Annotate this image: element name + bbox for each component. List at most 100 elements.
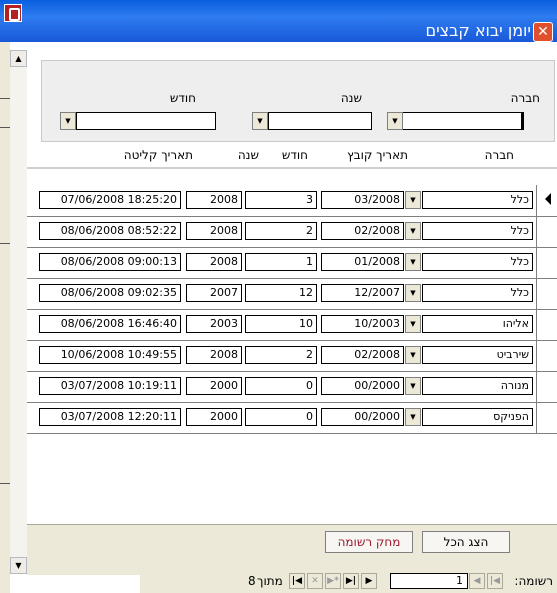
month-cell[interactable]: 3 [245, 191, 317, 209]
company-dropdown-icon[interactable]: ▼ [405, 191, 421, 209]
current-record-input[interactable]: 1 [390, 573, 468, 589]
year-cell[interactable]: 2000 [186, 408, 242, 426]
new-record-icon[interactable]: ▶* [325, 573, 341, 589]
show-all-button[interactable]: הצג הכל [422, 531, 510, 553]
file-date-cell[interactable]: 10/2003 [321, 315, 404, 333]
company-cell[interactable]: שירביט [422, 346, 533, 364]
company-cell[interactable]: אליהו [422, 315, 533, 333]
close-icon[interactable]: ✕ [533, 22, 553, 42]
scroll-up-arrow-icon[interactable]: ▲ [10, 50, 27, 67]
app-window: ✕ יומן יבוא קבצים ▲ ▼ חברה שנה חודש ▼ ▼ … [0, 0, 557, 593]
company-dropdown-icon[interactable]: ▼ [405, 346, 421, 364]
table-row[interactable]: 03/07/2008 12:20:11 2000 0 00/2000 ▼ הפניקס [27, 402, 557, 434]
row-selector[interactable] [536, 185, 557, 216]
company-cell[interactable]: כלל [422, 191, 533, 209]
first-record-alt-icon[interactable]: |◀ [289, 573, 305, 589]
divider [0, 98, 10, 99]
company-cell[interactable]: מנורה [422, 377, 533, 395]
year-cell[interactable]: 2008 [186, 222, 242, 240]
year-cell[interactable]: 2007 [186, 284, 242, 302]
row-selector[interactable] [536, 216, 557, 247]
table-row[interactable]: 10/06/2008 10:49:55 2008 2 02/2008 ▼ שירביט [27, 340, 557, 372]
year-cell[interactable]: 2003 [186, 315, 242, 333]
last-record-icon[interactable]: ▶| [343, 573, 359, 589]
row-selector[interactable] [536, 278, 557, 309]
month-cell[interactable]: 0 [245, 377, 317, 395]
receipt-date-cell[interactable]: 07/06/2008 18:25:20 [39, 191, 181, 209]
row-selector[interactable] [536, 309, 557, 340]
divider [0, 243, 10, 244]
month-cell[interactable]: 1 [245, 253, 317, 271]
column-header-receipt-date: תאריך קליטה [123, 148, 193, 162]
row-selector[interactable] [536, 340, 557, 371]
company-dropdown-icon[interactable]: ▼ [387, 112, 403, 130]
month-cell[interactable]: 2 [245, 346, 317, 364]
year-cell[interactable]: 2008 [186, 346, 242, 364]
month-filter-input[interactable] [76, 112, 216, 130]
company-dropdown-icon[interactable]: ▼ [405, 284, 421, 302]
vertical-scrollbar[interactable]: ▲ ▼ [10, 50, 27, 574]
year-filter-input[interactable] [268, 112, 372, 130]
column-header-file-date: תאריך קובץ [347, 148, 408, 162]
receipt-date-cell[interactable]: 10/06/2008 10:49:55 [39, 346, 181, 364]
first-record-icon[interactable]: |◀ [487, 573, 503, 589]
table-row[interactable]: 08/06/2008 08:52:22 2008 2 02/2008 ▼ כלל [27, 216, 557, 248]
receipt-date-cell[interactable]: 03/07/2008 12:20:11 [39, 408, 181, 426]
column-header-company: חברה [484, 148, 514, 162]
company-dropdown-icon[interactable]: ▼ [405, 253, 421, 271]
form-footer: הצג הכל מחק רשומה [27, 524, 557, 575]
table-row[interactable]: 08/06/2008 16:46:40 2003 10 10/2003 ▼ אליהו [27, 309, 557, 341]
previous-record-icon[interactable]: ◀ [469, 573, 485, 589]
form-content: חברה שנה חודש ▼ ▼ ▼ חברה תאריך קובץ חודש… [27, 50, 557, 575]
year-dropdown-icon[interactable]: ▼ [252, 112, 268, 130]
company-dropdown-icon[interactable]: ▼ [405, 222, 421, 240]
delete-record-button[interactable]: מחק רשומה [325, 531, 413, 553]
divider [0, 483, 10, 484]
company-cell[interactable]: כלל [422, 222, 533, 240]
month-cell[interactable]: 10 [245, 315, 317, 333]
filter-panel: חברה שנה חודש ▼ ▼ ▼ [41, 60, 555, 142]
row-selector[interactable] [536, 371, 557, 402]
table-row[interactable]: 07/06/2008 18:25:20 2008 3 03/2008 ▼ כלל [27, 185, 557, 217]
receipt-date-cell[interactable]: 03/07/2008 10:19:11 [39, 377, 181, 395]
file-date-cell[interactable]: 02/2008 [321, 346, 404, 364]
receipt-date-cell[interactable]: 08/06/2008 09:02:35 [39, 284, 181, 302]
month-dropdown-icon[interactable]: ▼ [60, 112, 76, 130]
company-dropdown-icon[interactable]: ▼ [405, 377, 421, 395]
company-cell[interactable]: כלל [422, 253, 533, 271]
year-cell[interactable]: 2008 [186, 191, 242, 209]
company-cell[interactable]: כלל [422, 284, 533, 302]
row-selector[interactable] [536, 247, 557, 278]
window-title: יומן יבוא קבצים [425, 21, 531, 40]
file-date-cell[interactable]: 02/2008 [321, 222, 404, 240]
record-label: רשומה: [514, 574, 553, 588]
table-row[interactable]: 03/07/2008 10:19:11 2000 0 00/2000 ▼ מנורה [27, 371, 557, 403]
receipt-date-cell[interactable]: 08/06/2008 08:52:22 [39, 222, 181, 240]
company-cell[interactable]: הפניקס [422, 408, 533, 426]
month-cell[interactable]: 0 [245, 408, 317, 426]
table-row[interactable]: 08/06/2008 09:02:35 2007 12 12/2007 ▼ כלל [27, 278, 557, 310]
file-date-cell[interactable]: 12/2007 [321, 284, 404, 302]
divider [0, 127, 10, 128]
month-cell[interactable]: 12 [245, 284, 317, 302]
receipt-date-cell[interactable]: 08/06/2008 16:46:40 [39, 315, 181, 333]
file-date-cell[interactable]: 03/2008 [321, 191, 404, 209]
file-date-cell[interactable]: 00/2000 [321, 377, 404, 395]
row-selector[interactable] [536, 402, 557, 433]
month-cell[interactable]: 2 [245, 222, 317, 240]
file-date-cell[interactable]: 00/2000 [321, 408, 404, 426]
year-cell[interactable]: 2008 [186, 253, 242, 271]
next-record-icon[interactable]: ▶ [361, 573, 377, 589]
delete-record-icon[interactable]: ✕ [307, 573, 323, 589]
scroll-down-arrow-icon[interactable]: ▼ [10, 557, 27, 574]
year-cell[interactable]: 2000 [186, 377, 242, 395]
file-date-cell[interactable]: 01/2008 [321, 253, 404, 271]
company-dropdown-icon[interactable]: ▼ [405, 408, 421, 426]
company-filter-input[interactable] [402, 112, 524, 130]
company-dropdown-icon[interactable]: ▼ [405, 315, 421, 333]
total-records: 8 [248, 574, 256, 588]
record-navigation-bar: רשומה: |◀ ◀ 1 ▶ ▶| ▶* ✕ |◀ מתוך 8 [140, 571, 557, 593]
receipt-date-cell[interactable]: 08/06/2008 09:00:13 [39, 253, 181, 271]
month-filter-label: חודש [169, 91, 196, 105]
table-row[interactable]: 08/06/2008 09:00:13 2008 1 01/2008 ▼ כלל [27, 247, 557, 279]
